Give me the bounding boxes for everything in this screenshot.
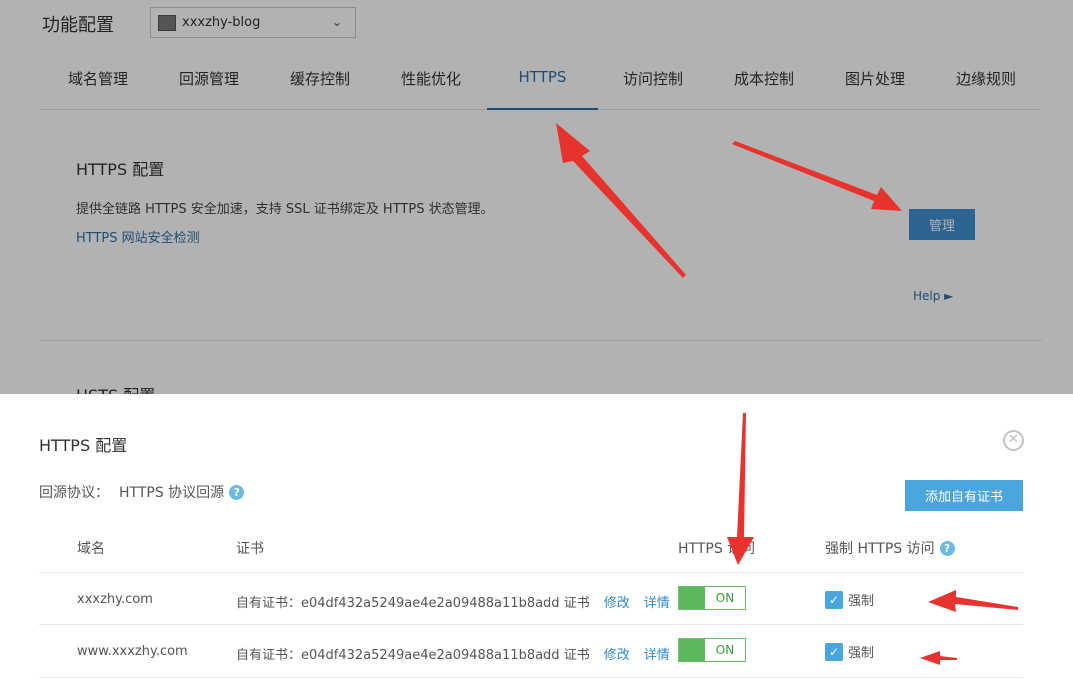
row-divider xyxy=(39,572,1023,573)
cert-detail-link[interactable]: 详情 xyxy=(644,644,670,663)
column-header-https-access: HTTPS 访问 xyxy=(678,541,756,557)
edit-cert-link[interactable]: 修改 xyxy=(604,592,630,611)
force-https-label: 强制 xyxy=(848,646,875,661)
close-icon[interactable]: ✕ xyxy=(1003,430,1024,451)
toggle-knob xyxy=(679,587,705,609)
origin-protocol-value: HTTPS 协议回源 xyxy=(119,485,225,501)
force-https-checkbox[interactable]: ✓ 强制 xyxy=(825,590,874,609)
https-access-toggle[interactable]: ON xyxy=(678,586,746,610)
force-https-checkbox[interactable]: ✓ 强制 xyxy=(825,642,874,661)
toggle-label: ON xyxy=(705,639,745,661)
https-config-dialog: HTTPS 配置 ✕ 回源协议： HTTPS 协议回源 ? 添加自有证书 域名 … xyxy=(0,394,1073,685)
add-own-cert-button[interactable]: 添加自有证书 xyxy=(905,480,1023,511)
row-domain: xxxzhy.com xyxy=(77,592,153,607)
toggle-knob xyxy=(679,639,705,661)
row-divider xyxy=(39,624,1023,625)
help-question-icon[interactable]: ? xyxy=(939,540,955,556)
toggle-label: ON xyxy=(705,587,745,609)
checkmark-icon: ✓ xyxy=(825,642,843,661)
edit-cert-link[interactable]: 修改 xyxy=(604,644,630,663)
row-cert: 自有证书：e04df432a5249ae4e2a09488a11b8add 证书… xyxy=(236,592,670,611)
column-header-force-https: 强制 HTTPS 访问 ? xyxy=(825,538,955,558)
column-header-cert: 证书 xyxy=(236,541,264,557)
https-access-toggle[interactable]: ON xyxy=(678,638,746,662)
row-cert: 自有证书：e04df432a5249ae4e2a09488a11b8add 证书… xyxy=(236,644,670,663)
dialog-title: HTTPS 配置 xyxy=(39,436,128,455)
checkmark-icon: ✓ xyxy=(825,590,843,609)
cert-text: 自有证书：e04df432a5249ae4e2a09488a11b8add 证书 xyxy=(236,648,590,663)
cert-text: 自有证书：e04df432a5249ae4e2a09488a11b8add 证书 xyxy=(236,596,590,611)
origin-protocol-label: 回源协议： xyxy=(39,485,109,501)
help-question-icon[interactable]: ? xyxy=(229,484,245,500)
cert-detail-link[interactable]: 详情 xyxy=(644,592,670,611)
force-https-label: 强制 xyxy=(848,594,875,609)
modal-overlay xyxy=(0,0,1073,395)
row-domain: www.xxxzhy.com xyxy=(77,644,188,659)
origin-protocol-row: 回源协议： HTTPS 协议回源 ? xyxy=(39,482,245,502)
row-divider xyxy=(39,677,1023,678)
column-header-domain: 域名 xyxy=(77,541,105,557)
force-https-header-label: 强制 HTTPS 访问 xyxy=(825,541,935,557)
